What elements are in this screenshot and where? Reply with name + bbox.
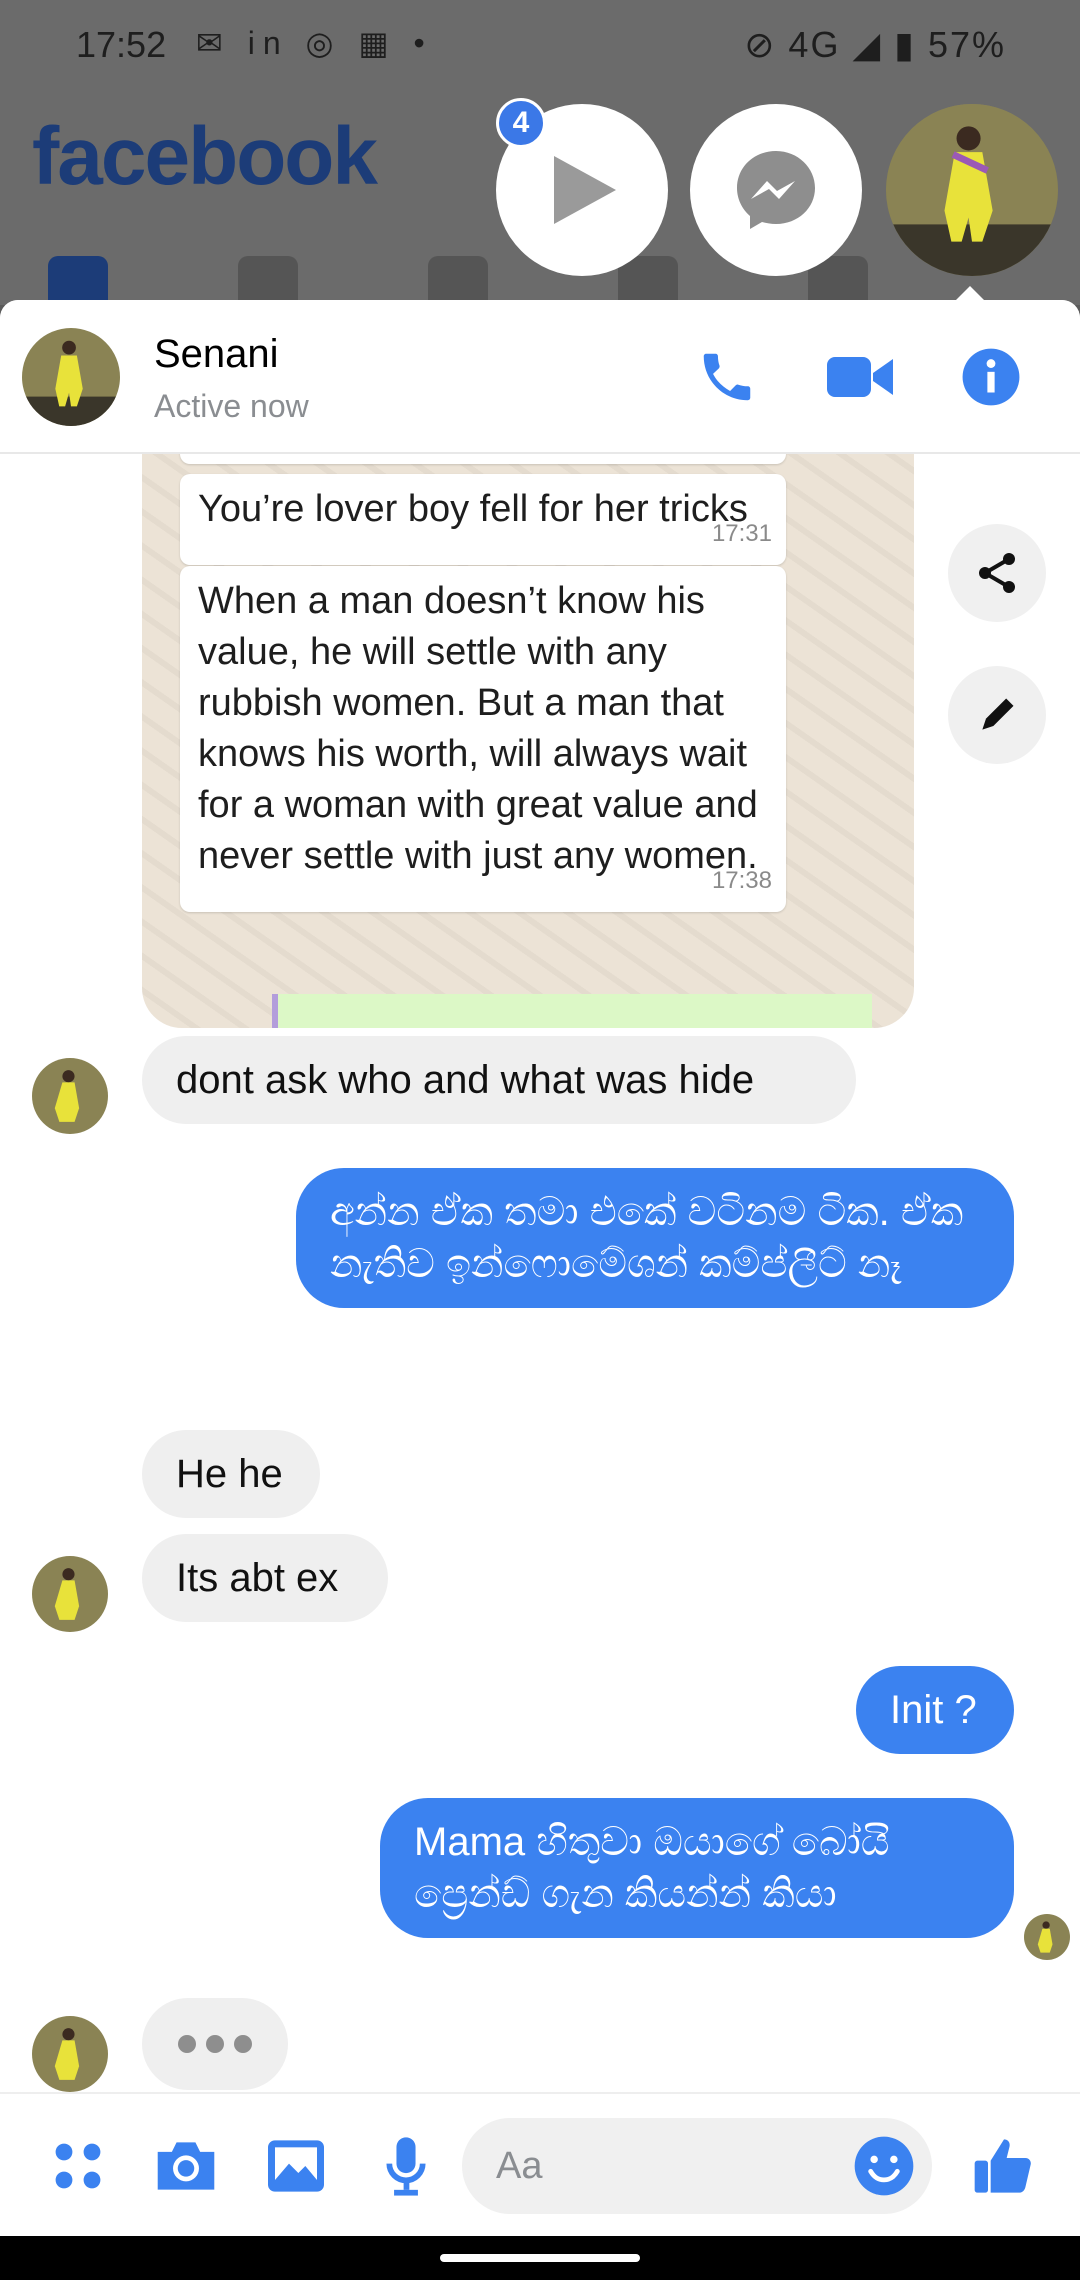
marketplace-icon bbox=[618, 256, 678, 306]
chat-header: Senani Active now bbox=[0, 300, 1080, 454]
senani-chat-head[interactable] bbox=[886, 104, 1058, 276]
audio-call-button[interactable] bbox=[692, 342, 762, 412]
more-actions-button[interactable] bbox=[40, 2128, 116, 2204]
play-icon bbox=[554, 156, 616, 224]
messenger-chat-head[interactable] bbox=[690, 104, 862, 276]
pencil-icon bbox=[982, 698, 1014, 730]
voice-button[interactable] bbox=[368, 2128, 444, 2204]
message-input[interactable] bbox=[496, 2140, 816, 2192]
system-navigation-bar bbox=[0, 2236, 1080, 2280]
facebook-logo: facebook bbox=[32, 111, 378, 202]
edit-button[interactable] bbox=[948, 666, 1046, 764]
video-call-button[interactable] bbox=[826, 342, 896, 412]
avatar-image bbox=[22, 328, 120, 426]
typing-dot bbox=[234, 2035, 252, 2053]
camera-button[interactable] bbox=[148, 2128, 224, 2204]
screenshot-bubble-cut bbox=[180, 454, 786, 464]
screenshot-reply-preview bbox=[272, 994, 872, 1028]
typing-dot bbox=[206, 2035, 224, 2053]
avatar[interactable] bbox=[22, 328, 120, 426]
screenshot-bubble-text: When a man doesn’t know his value, he wi… bbox=[198, 580, 758, 877]
gallery-button[interactable] bbox=[258, 2128, 334, 2204]
message-bubble[interactable]: Init ? bbox=[856, 1666, 1014, 1754]
avatar-image bbox=[886, 104, 1058, 276]
groups-icon bbox=[238, 256, 298, 306]
status-bar: 17:52 ✉ in ◎ ▦ • ⊘ 4G ◢ ▮ 57% bbox=[0, 0, 1080, 90]
home-icon bbox=[48, 256, 108, 306]
info-icon bbox=[962, 348, 1020, 406]
avatar bbox=[32, 2016, 108, 2092]
home-gesture-handle[interactable] bbox=[440, 2254, 640, 2262]
screenshot-bubble-time: 17:38 bbox=[711, 867, 772, 894]
chat-panel: Senani Active now You’re lover boy fell … bbox=[0, 300, 1080, 2236]
contact-name[interactable]: Senani bbox=[154, 332, 279, 377]
like-button[interactable] bbox=[966, 2128, 1042, 2204]
message-bubble[interactable]: dont ask who and what was hide bbox=[142, 1036, 856, 1124]
system-indicators: ⊘ 4G ◢ ▮ 57% bbox=[744, 24, 1006, 65]
share-icon bbox=[979, 553, 1015, 593]
video-camera-icon bbox=[827, 357, 893, 397]
screenshot-bubble-text: You’re lover boy fell for her tricks bbox=[198, 488, 748, 530]
message-composer bbox=[0, 2092, 1080, 2236]
screenshot-bubble: You’re lover boy fell for her tricks 17:… bbox=[180, 474, 786, 565]
message-bubble[interactable]: Its abt ex bbox=[142, 1534, 388, 1622]
watch-icon bbox=[428, 256, 488, 306]
seen-avatar bbox=[1024, 1914, 1070, 1960]
screenshot-image-message[interactable]: You’re lover boy fell for her tricks 17:… bbox=[142, 454, 914, 1028]
message-input-container bbox=[462, 2118, 932, 2214]
grid-dots-icon bbox=[55, 2143, 101, 2189]
avatar bbox=[32, 1556, 108, 1632]
image-icon bbox=[268, 2140, 324, 2192]
camera-icon bbox=[157, 2142, 215, 2190]
screen: 17:52 ✉ in ◎ ▦ • ⊘ 4G ◢ ▮ 57% facebook 4 bbox=[0, 0, 1080, 2280]
smiley-icon bbox=[854, 2136, 914, 2196]
typing-dot bbox=[178, 2035, 196, 2053]
share-button[interactable] bbox=[948, 524, 1046, 622]
microphone-icon bbox=[386, 2137, 426, 2196]
message-bubble[interactable]: Mama හිතුවා ඔයාගේ බෝයි ප්‍රෙන්ඩ් ගැන කිය… bbox=[380, 1798, 1014, 1938]
screenshot-bubble-time: 17:31 bbox=[711, 520, 772, 547]
messenger-icon bbox=[737, 151, 815, 229]
phone-icon bbox=[703, 353, 751, 401]
emoji-button[interactable] bbox=[852, 2134, 916, 2198]
chat-head-badge: 4 bbox=[496, 98, 546, 148]
message-bubble[interactable]: අන්න ඒක තමා එකේ වටිනම ටික. ඒක නැතිව ඉන්ෆ… bbox=[296, 1168, 1014, 1308]
status-time: 17:52 bbox=[76, 24, 167, 65]
typing-indicator bbox=[142, 1998, 288, 2090]
notification-icons: ✉ in ◎ ▦ • bbox=[196, 25, 433, 61]
info-button[interactable] bbox=[956, 342, 1026, 412]
message-bubble[interactable]: He he bbox=[142, 1430, 320, 1518]
screenshot-bubble: When a man doesn’t know his value, he wi… bbox=[180, 566, 786, 912]
active-status: Active now bbox=[154, 388, 309, 424]
avatar bbox=[32, 1058, 108, 1134]
thumbs-up-icon bbox=[974, 2139, 1031, 2193]
